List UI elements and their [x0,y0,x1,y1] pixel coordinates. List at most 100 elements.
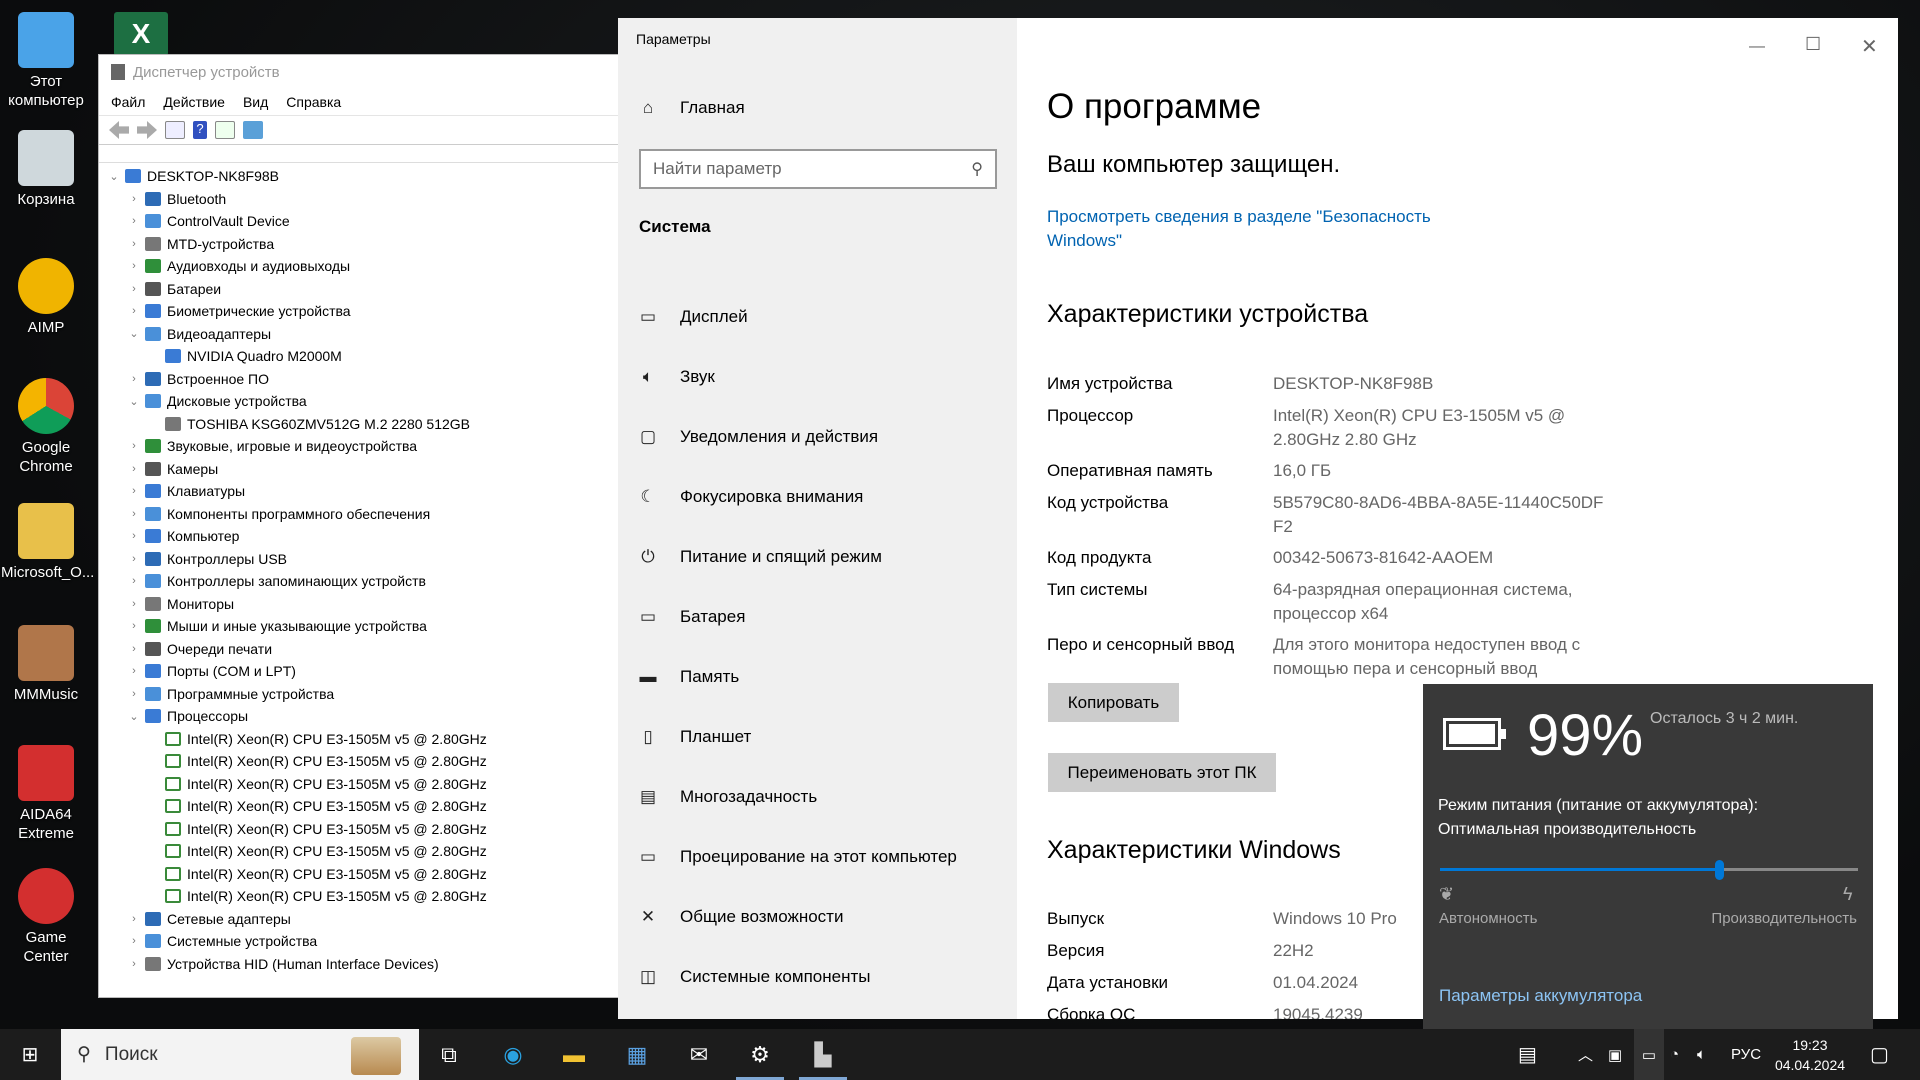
tree-category-item[interactable]: › Порты (COM и LPT) [127,660,296,682]
nav-item[interactable]: ▢ Уведомления и действия [638,427,878,447]
volume-icon[interactable]: 🔈︎ [1697,1029,1706,1080]
tree-category-item[interactable]: › Звуковые, игровые и видеоустройства [127,435,417,457]
chevron-right-icon[interactable]: › [127,913,141,925]
security-link[interactable]: Просмотреть сведения в разделе "Безопасн… [1047,205,1467,253]
desktop-icon[interactable]: AIMP [1,258,91,337]
tree-category-item[interactable]: › Bluetooth [127,188,226,210]
nav-item[interactable]: ◫ Системные компоненты [638,967,871,987]
tree-device-item[interactable]: Intel(R) Xeon(R) CPU E3-1505M v5 @ 2.80G… [147,728,487,750]
chevron-right-icon[interactable]: › [127,485,141,497]
tree-category-item[interactable]: › Мыши и иные указывающие устройства [127,615,427,637]
excel-desktop-icon[interactable]: X [114,12,168,56]
tree-category-item[interactable]: ⌄ Видеоадаптеры [127,323,271,345]
nav-item[interactable]: ▭ Дисплей [638,307,748,327]
tree-device-item[interactable]: TOSHIBA KSG60ZMV512G M.2 2280 512GB [147,413,470,435]
menu-file[interactable]: Файл [111,94,145,110]
slider-thumb[interactable] [1714,860,1724,880]
start-button[interactable]: ⊞ [4,1029,56,1080]
nav-home[interactable]: ⌂ Главная [638,98,745,118]
tree-category-item[interactable]: › Компьютер [127,525,239,547]
power-mode-slider[interactable] [1440,860,1858,880]
chevron-right-icon[interactable]: › [127,193,141,205]
chevron-right-icon[interactable]: › [127,575,141,587]
tree-device-item[interactable]: NVIDIA Quadro M2000M [147,345,342,367]
desktop-icon[interactable]: Этот компьютер [1,12,91,110]
tree-device-item[interactable]: Intel(R) Xeon(R) CPU E3-1505M v5 @ 2.80G… [147,795,487,817]
desktop-icon[interactable]: Корзина [1,130,91,209]
tree-device-item[interactable]: Intel(R) Xeon(R) CPU E3-1505M v5 @ 2.80G… [147,750,487,772]
wifi-icon[interactable]: ◔ [1670,1029,1679,1080]
chevron-right-icon[interactable]: › [127,215,141,227]
tree-category-item[interactable]: › Очереди печати [127,638,272,660]
desktop-icon[interactable]: Microsoft_O... [1,503,94,582]
tree-category-item[interactable]: › Контроллеры запоминающих устройств [127,570,426,592]
nav-item[interactable]: ✕ Общие возможности [638,907,844,927]
clock[interactable]: 19:23 04.04.2024 [1772,1029,1848,1080]
nav-item[interactable]: ▯ Планшет [638,727,751,747]
rename-pc-button[interactable]: Переименовать этот ПК [1048,753,1276,792]
tree-category-item[interactable]: › Батареи [127,278,221,300]
tree-category-item[interactable]: › ControlVault Device [127,210,290,232]
store-taskbar-icon[interactable]: ▦ [611,1029,663,1080]
menu-action[interactable]: Действие [163,94,225,110]
tree-category-item[interactable]: › Устройства HID (Human Interface Devices… [127,953,438,975]
tree-category-item[interactable]: ⌄ DESKTOP-NK8F98B [107,165,279,187]
edge-taskbar-icon[interactable]: ◉ [487,1029,539,1080]
chevron-right-icon[interactable]: › [127,238,141,250]
chevron-right-icon[interactable]: › [127,440,141,452]
chevron-right-icon[interactable]: › [127,688,141,700]
show-hidden-icons-chevron[interactable]: ︿ [1578,1029,1593,1080]
copy-button[interactable]: Копировать [1048,683,1179,722]
back-icon[interactable] [109,121,129,139]
battery-tray-icon[interactable]: ▭ [1634,1029,1664,1080]
nav-item[interactable]: ▭ Батарея [638,607,745,627]
tree-category-item[interactable]: › Аудиовходы и аудиовыходы [127,255,350,277]
battery-settings-link[interactable]: Параметры аккумулятора [1439,986,1642,1006]
desktop-icon[interactable]: AIDA64 Extreme [1,745,91,843]
settings-taskbar-icon[interactable]: ⚙ [734,1029,786,1080]
nav-item[interactable]: ⏻ Питание и спящий режим [638,547,882,567]
mail-taskbar-icon[interactable]: ✉ [673,1029,725,1080]
tree-category-item[interactable]: ⌄ Дисковые устройства [127,390,306,412]
help-icon[interactable]: ? [193,121,207,139]
chevron-down-icon[interactable]: ⌄ [127,710,141,723]
tree-device-item[interactable]: Intel(R) Xeon(R) CPU E3-1505M v5 @ 2.80G… [147,773,487,795]
chevron-right-icon[interactable]: › [127,373,141,385]
chevron-right-icon[interactable]: › [127,508,141,520]
chevron-down-icon[interactable]: ⌄ [107,170,121,183]
chevron-down-icon[interactable]: ⌄ [127,395,141,408]
nav-item[interactable]: ▤ Многозадачность [638,787,817,807]
tree-device-item[interactable]: Intel(R) Xeon(R) CPU E3-1505M v5 @ 2.80G… [147,818,487,840]
chevron-right-icon[interactable]: › [127,665,141,677]
properties-icon[interactable] [165,121,185,139]
scan-hardware-icon[interactable] [243,121,263,139]
file-explorer-taskbar-icon[interactable]: ▬ [548,1029,600,1080]
taskbar-search-input[interactable]: ⚲ Поиск [61,1029,419,1080]
tree-category-item[interactable]: › Встроенное ПО [127,368,269,390]
nav-item[interactable]: ▬ Память [638,667,740,687]
update-driver-icon[interactable] [215,121,235,139]
chevron-right-icon[interactable]: › [127,935,141,947]
tree-category-item[interactable]: ⌄ Процессоры [127,705,248,727]
desktop-icon[interactable]: MMMusic [1,625,91,704]
language-indicator[interactable]: РУС [1731,1029,1761,1080]
tree-category-item[interactable]: › MTD-устройства [127,233,274,255]
notifications-icon[interactable]: ▢ [1870,1029,1889,1080]
tree-category-item[interactable]: › Системные устройства [127,930,317,952]
desktop-icon[interactable]: Game Center [1,868,91,966]
tree-category-item[interactable]: › Мониторы [127,593,234,615]
tree-category-item[interactable]: › Клавиатуры [127,480,245,502]
settings-search-input[interactable]: Найти параметр ⚲ [639,149,997,189]
tree-category-item[interactable]: › Камеры [127,458,218,480]
chevron-right-icon[interactable]: › [127,620,141,632]
nav-item[interactable]: ▭ Проецирование на этот компьютер [638,847,957,867]
chevron-right-icon[interactable]: › [127,958,141,970]
task-view-button[interactable]: ⧉ [423,1029,475,1080]
chevron-right-icon[interactable]: › [127,643,141,655]
tree-category-item[interactable]: › Биометрические устройства [127,300,350,322]
menu-help[interactable]: Справка [286,94,341,110]
chevron-right-icon[interactable]: › [127,463,141,475]
tree-category-item[interactable]: › Контроллеры USB [127,548,287,570]
desktop-icon[interactable]: Google Chrome [1,378,91,476]
nav-item[interactable]: 🔈︎ Звук [638,367,715,387]
